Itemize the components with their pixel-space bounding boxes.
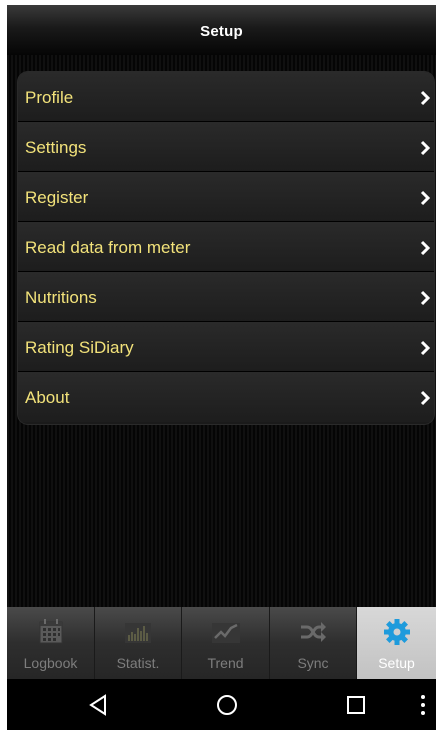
menu-item-register[interactable]: Register: [18, 172, 434, 222]
tab-setup[interactable]: Setup: [357, 607, 436, 679]
chevron-right-icon: [420, 90, 431, 106]
gear-icon: [383, 619, 410, 645]
menu-item-profile[interactable]: Profile: [18, 72, 434, 122]
tab-statistics[interactable]: Statist.: [95, 607, 182, 679]
menu-item-rating-sidiary[interactable]: Rating SiDiary: [18, 322, 434, 372]
menu-item-label: About: [25, 388, 70, 407]
chevron-right-icon: [420, 140, 431, 156]
chevron-right-icon: [420, 190, 431, 206]
chevron-right-icon: [420, 390, 431, 406]
system-nav-bar: [7, 679, 436, 730]
trend-line-icon: [211, 623, 240, 643]
menu-item-settings[interactable]: Settings: [18, 122, 434, 172]
tab-trend[interactable]: Trend: [182, 607, 270, 679]
menu-item-label: Profile: [25, 88, 74, 107]
recents-icon[interactable]: [343, 692, 369, 718]
tab-sync[interactable]: Sync: [270, 607, 357, 679]
menu-dots-icon[interactable]: [410, 692, 436, 718]
tab-label: Logbook: [23, 655, 78, 671]
shuffle-icon: [301, 622, 326, 642]
chevron-right-icon: [420, 240, 431, 256]
tab-logbook[interactable]: Logbook: [7, 607, 95, 679]
menu-item-label: Nutritions: [25, 288, 97, 307]
tab-label: Statist.: [116, 655, 160, 671]
tab-label: Setup: [378, 655, 415, 671]
content-area: Profile Settings Register Read data from…: [7, 55, 436, 607]
setup-menu: Profile Settings Register Read data from…: [18, 72, 434, 424]
page-title: Setup: [200, 23, 243, 40]
tab-label: Trend: [207, 655, 244, 671]
back-icon[interactable]: [86, 692, 112, 718]
home-icon[interactable]: [214, 692, 240, 718]
menu-item-label: Rating SiDiary: [25, 338, 134, 357]
chevron-right-icon: [420, 340, 431, 356]
chevron-right-icon: [420, 290, 431, 306]
menu-item-label: Register: [25, 188, 89, 207]
phone-screen: Setup Profile Settings Register Read dat…: [7, 5, 436, 730]
bar-chart-icon: [125, 623, 151, 643]
title-bar: Setup: [7, 5, 436, 55]
bottom-tab-bar: Logbook Statist. Trend Sync Setup: [7, 607, 436, 679]
menu-item-label: Read data from meter: [25, 238, 191, 257]
calendar-icon: [39, 619, 62, 644]
menu-item-label: Settings: [25, 138, 87, 157]
menu-item-read-data-from-meter[interactable]: Read data from meter: [18, 222, 434, 272]
tab-label: Sync: [297, 655, 329, 671]
menu-item-nutritions[interactable]: Nutritions: [18, 272, 434, 322]
menu-item-about[interactable]: About: [18, 372, 434, 422]
